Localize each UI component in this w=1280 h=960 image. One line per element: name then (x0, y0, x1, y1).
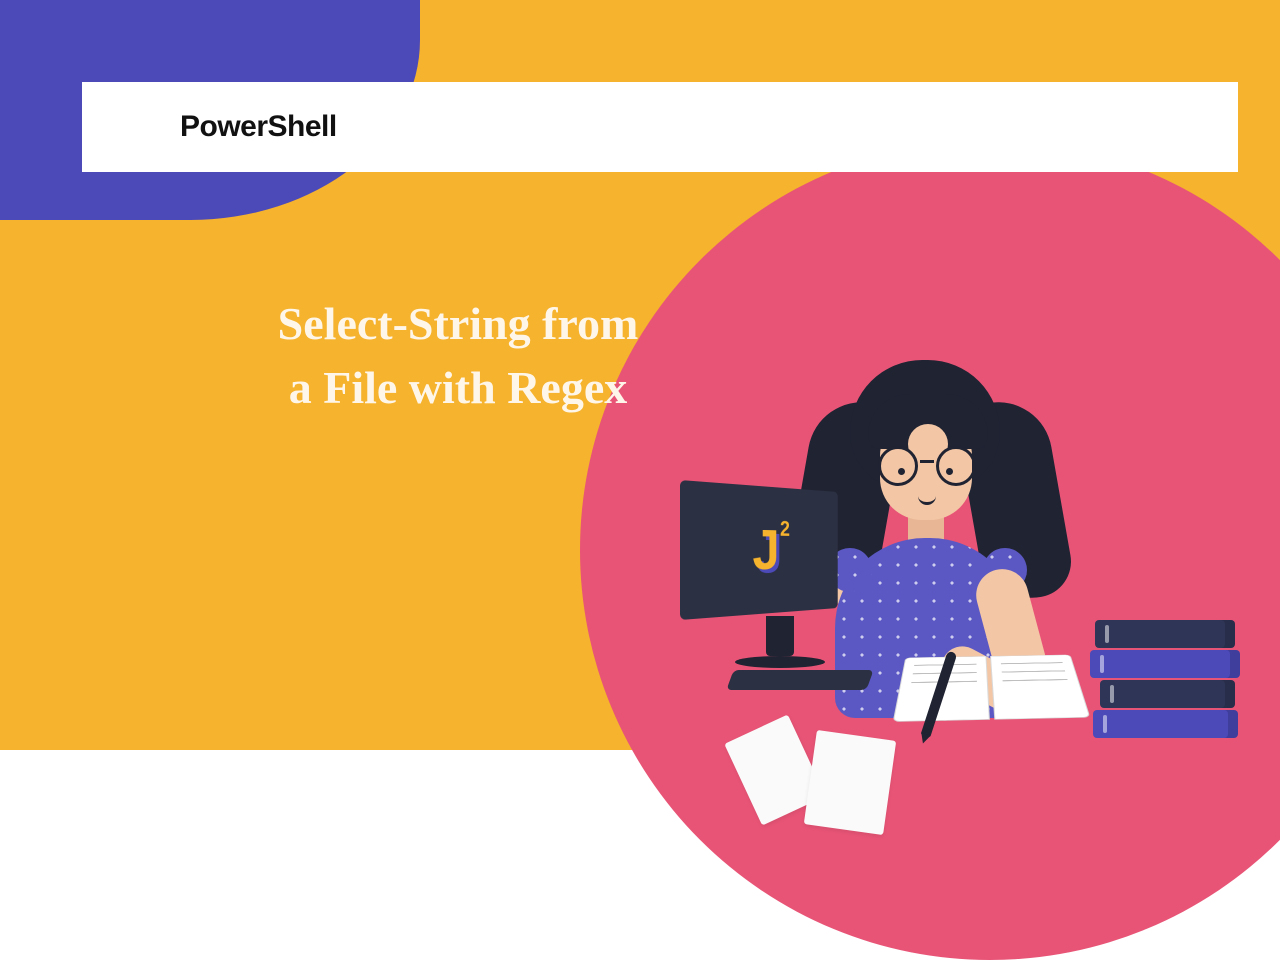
book-2 (1090, 650, 1240, 678)
book-stack (1090, 620, 1240, 740)
title-line-1: Select-String from (178, 292, 738, 356)
book-3 (1100, 680, 1235, 708)
logo-icon: J J 2 (753, 517, 780, 582)
thumbnail-graphic: PowerShell Select-String from a File wit… (0, 0, 1280, 750)
category-bar: PowerShell (82, 82, 1238, 172)
monitor-base (735, 656, 825, 668)
hair-bangs (868, 394, 988, 449)
monitor: J J 2 (680, 480, 880, 650)
monitor-stand (766, 616, 794, 656)
category-label: PowerShell (180, 110, 337, 144)
book-1 (1095, 620, 1235, 648)
notebook (893, 655, 1091, 722)
paper-2 (804, 730, 896, 835)
eye-right (946, 468, 953, 475)
glasses-icon (878, 450, 976, 484)
illustration: J J 2 (670, 320, 1230, 750)
keyboard-icon (726, 670, 873, 690)
article-title: Select-String from a File with Regex (178, 292, 738, 421)
eye-left (898, 468, 905, 475)
monitor-screen: J J 2 (680, 480, 838, 620)
title-line-2: a File with Regex (178, 356, 738, 420)
book-4 (1093, 710, 1238, 738)
